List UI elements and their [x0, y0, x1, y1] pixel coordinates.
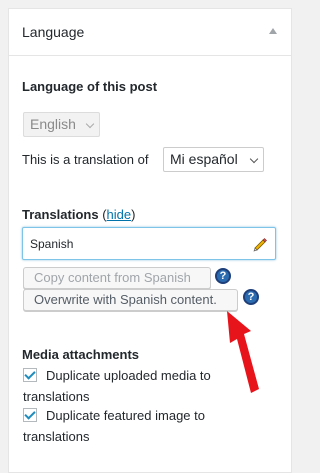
translation-of-label: This is a translation of [22, 152, 149, 167]
chevron-down-icon [249, 154, 259, 164]
red-arrow-annotation [227, 311, 259, 393]
duplicate-featured-line1: Duplicate featured image to [46, 408, 205, 423]
help-icon[interactable]: ? [243, 289, 259, 305]
translations-heading-text: Translations [22, 207, 99, 222]
post-language-select: English [23, 112, 100, 137]
duplicate-uploaded-line1: Duplicate uploaded media to [46, 368, 211, 383]
duplicate-featured-line2: translations [23, 429, 90, 444]
help-icon[interactable]: ? [215, 268, 231, 284]
metabox-header[interactable]: Language [9, 9, 291, 56]
post-language-selected: English [30, 116, 76, 132]
post-language-heading: Language of this post [22, 79, 158, 94]
translations-heading: Translations (hide) [22, 207, 135, 222]
close-paren: ) [131, 207, 136, 222]
media-heading: Media attachments [22, 347, 140, 362]
triangle-up-icon[interactable] [269, 28, 277, 34]
translation-of-select[interactable]: Mi español [163, 147, 264, 172]
language-metabox: Language Language of this post English T… [8, 8, 292, 473]
hide-link[interactable]: hide [107, 207, 132, 222]
duplicate-featured-label[interactable]: Duplicate featured image to translations [23, 405, 205, 447]
chevron-down-icon [85, 119, 95, 129]
translation-spanish-input[interactable]: Spanish [22, 227, 276, 260]
copy-content-button[interactable]: Copy content from Spanish [23, 267, 211, 289]
duplicate-uploaded-line2: translations [23, 389, 90, 404]
translation-spanish-value: Spanish [30, 237, 74, 251]
overwrite-content-button[interactable]: Overwrite with Spanish content. [23, 289, 238, 311]
pencil-icon[interactable] [252, 236, 268, 252]
checkmark-icon [24, 408, 36, 420]
checkmark-icon [24, 368, 36, 380]
duplicate-featured-checkbox[interactable] [23, 408, 37, 422]
duplicate-uploaded-label[interactable]: Duplicate uploaded media to translations [23, 365, 211, 407]
translation-of-selected: Mi español [170, 151, 238, 167]
duplicate-uploaded-checkbox[interactable] [23, 368, 37, 382]
metabox-title: Language [22, 24, 85, 40]
